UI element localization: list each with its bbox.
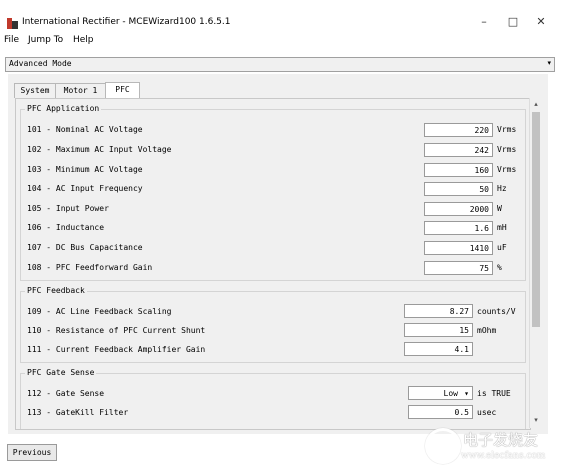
- ac-input-frequency-input[interactable]: 50: [424, 182, 493, 196]
- unit-label: uF: [497, 243, 507, 252]
- scrollbar-thumb[interactable]: [532, 112, 540, 327]
- group-title-gate-sense: PFC Gate Sense: [25, 368, 97, 377]
- param-label: 113 - GateKill Filter: [27, 408, 129, 417]
- gate-sense-value: Low: [443, 389, 458, 398]
- unit-label: Hz: [497, 184, 507, 193]
- close-button[interactable]: ✕: [530, 13, 552, 31]
- ac-line-feedback-scaling-input[interactable]: 8.27: [404, 304, 473, 318]
- param-label: 108 - PFC Feedforward Gain: [27, 263, 153, 272]
- group-title-feedback: PFC Feedback: [25, 286, 87, 295]
- param-label: 110 - Resistance of PFC Current Shunt: [27, 326, 206, 335]
- nominal-ac-voltage-input[interactable]: 220: [424, 123, 493, 137]
- param-label: 106 - Inductance: [27, 223, 105, 232]
- param-label: 107 - DC Bus Capacitance: [27, 243, 143, 252]
- dc-bus-capacitance-input[interactable]: 1410: [424, 241, 493, 255]
- input-power-input[interactable]: 2000: [424, 202, 493, 216]
- unit-label: %: [497, 263, 502, 272]
- scroll-up-icon[interactable]: ▴: [530, 100, 542, 110]
- maximize-button[interactable]: □: [502, 13, 524, 31]
- param-label: 105 - Input Power: [27, 204, 109, 213]
- mode-select[interactable]: Advanced Mode ▾: [5, 57, 555, 72]
- param-label: 111 - Current Feedback Amplifier Gain: [27, 345, 206, 354]
- tab-system[interactable]: System: [14, 83, 56, 98]
- param-label: 102 - Maximum AC Input Voltage: [27, 145, 172, 154]
- app-logo-icon: [7, 18, 18, 29]
- watermark-logo-icon: [425, 428, 461, 464]
- pfc-feedforward-gain-input[interactable]: 75: [424, 261, 493, 275]
- max-ac-input-voltage-input[interactable]: 242: [424, 143, 493, 157]
- current-feedback-amp-gain-input[interactable]: 4.1: [404, 342, 473, 356]
- unit-label: W: [497, 204, 502, 213]
- unit-label: is TRUE: [477, 389, 511, 398]
- min-ac-voltage-input[interactable]: 160: [424, 163, 493, 177]
- title-bar: International Rectifier - MCEWizard100 1…: [0, 0, 568, 34]
- unit-label: Vrms: [497, 125, 517, 134]
- minimize-button[interactable]: –: [473, 13, 495, 31]
- unit-label: usec: [477, 408, 497, 417]
- unit-label: mH: [497, 223, 507, 232]
- inductance-input[interactable]: 1.6: [424, 221, 493, 235]
- unit-label: mOhm: [477, 326, 497, 335]
- window-title: International Rectifier - MCEWizard100 1…: [22, 17, 231, 27]
- unit-label: Vrms: [497, 165, 517, 174]
- unit-label: counts/V: [477, 307, 516, 316]
- mode-select-value: Advanced Mode: [9, 59, 72, 68]
- tab-motor-1[interactable]: Motor 1: [55, 83, 106, 98]
- vertical-scrollbar[interactable]: ▴ ▾: [529, 98, 542, 428]
- group-title-application: PFC Application: [25, 104, 102, 113]
- menu-jump-to[interactable]: Jump To: [28, 35, 63, 45]
- menu-help[interactable]: Help: [73, 35, 94, 45]
- pfc-current-shunt-input[interactable]: 15: [404, 323, 473, 337]
- group-pfc-gate-sense: [20, 373, 526, 429]
- gatekill-filter-input[interactable]: 0.5: [408, 405, 473, 419]
- previous-button[interactable]: Previous: [7, 444, 57, 461]
- param-label: 101 - Nominal AC Voltage: [27, 125, 143, 134]
- unit-label: Vrms: [497, 145, 517, 154]
- gate-sense-select[interactable]: Low ▾: [408, 386, 473, 400]
- watermark-url: www.elecfans.com: [461, 451, 546, 461]
- param-label: 109 - AC Line Feedback Scaling: [27, 307, 172, 316]
- tab-pfc[interactable]: PFC: [105, 82, 140, 99]
- pfc-settings-pane: PFC Application 101 - Nominal AC Voltage…: [15, 98, 531, 430]
- param-label: 103 - Minimum AC Voltage: [27, 165, 143, 174]
- watermark: 电子发烧友 www.elecfans.com: [425, 423, 560, 468]
- chevron-down-icon: ▾: [547, 59, 551, 67]
- param-label: 104 - AC Input Frequency: [27, 184, 143, 193]
- menu-file[interactable]: File: [4, 35, 19, 45]
- chevron-down-icon: ▾: [464, 389, 469, 398]
- param-label: 112 - Gate Sense: [27, 389, 105, 398]
- watermark-text: 电子发烧友: [463, 431, 539, 449]
